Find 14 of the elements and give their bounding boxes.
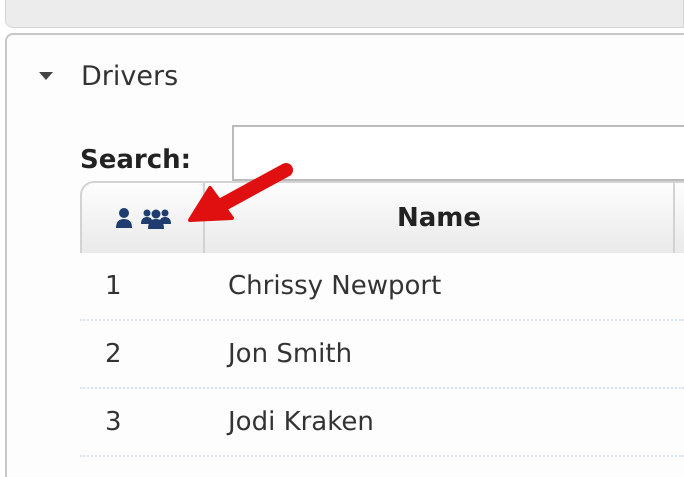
table-cell: Jodi Kraken: [228, 407, 374, 437]
group-icon: [140, 207, 170, 229]
column-header[interactable]: [80, 181, 205, 253]
section-title[interactable]: Drivers: [81, 60, 178, 92]
table-cell-text: 2: [104, 339, 123, 369]
table-cell-text: 1: [104, 271, 123, 301]
column-header[interactable]: Name: [205, 181, 675, 253]
search-field[interactable]: [232, 125, 684, 181]
person-icon: [114, 207, 132, 229]
table-cell: Chrissy Newport: [228, 271, 442, 301]
table-cell-text: 3: [104, 407, 123, 437]
caret-icon[interactable]: [39, 71, 53, 81]
search-label: Search:: [80, 145, 192, 177]
table-cell: Jon Smith: [228, 339, 352, 369]
